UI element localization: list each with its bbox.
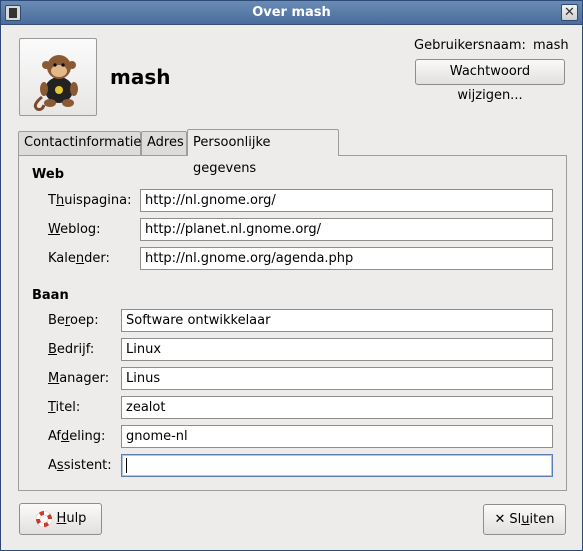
tab-panel-persoonlijke-gegevens: Web Thuispagina: http://nl.gnome.org/ We…: [18, 155, 567, 491]
homepage-label: Thuispagina:: [48, 193, 132, 208]
homepage-field[interactable]: http://nl.gnome.org/: [140, 189, 553, 212]
calendar-field[interactable]: http://nl.gnome.org/agenda.php: [140, 247, 553, 270]
profession-field[interactable]: Software ontwikkelaar: [121, 309, 553, 332]
tab-adres[interactable]: Adres: [141, 131, 187, 155]
window-close-icon[interactable]: ✕: [561, 4, 578, 21]
manager-label: Manager:: [48, 371, 110, 386]
weblog-label: Weblog:: [48, 222, 101, 237]
username-label: Gebruikersnaam:: [414, 38, 526, 53]
close-button[interactable]: ✕ Sluiten: [483, 504, 566, 535]
assistant-field[interactable]: [121, 454, 553, 477]
manager-field[interactable]: Linus: [121, 367, 553, 390]
assistant-label: Assistent:: [48, 458, 112, 473]
close-button-label: Sluiten: [509, 512, 555, 527]
title-bar[interactable]: Over mash ✕: [1, 1, 582, 25]
text-caret: [126, 458, 127, 473]
close-x-icon: ✕: [494, 512, 506, 527]
lifebuoy-icon: [35, 510, 52, 527]
help-button-label: Hulp: [56, 511, 87, 526]
department-label: Afdeling:: [48, 429, 106, 444]
job-section-title: Baan: [32, 288, 69, 303]
tab-persoonlijke-gegevens[interactable]: Persoonlijke gegevens: [187, 129, 339, 176]
company-label: Bedrijf:: [48, 342, 95, 357]
calendar-label: Kalender:: [48, 251, 110, 266]
weblog-field[interactable]: http://planet.nl.gnome.org/: [140, 218, 553, 241]
window-title: Over mash: [252, 5, 331, 20]
profession-label: Beroep:: [48, 313, 99, 328]
title-label: Titel:: [48, 400, 81, 415]
department-field[interactable]: gnome-nl: [121, 425, 553, 448]
help-button[interactable]: Hulp: [19, 503, 102, 535]
tab-contactinformatie[interactable]: Contactinformatie: [18, 131, 141, 155]
title-field[interactable]: zealot: [121, 396, 553, 419]
about-dialog: Over mash ✕ mash Gebruikersnaam: mash Wa…: [0, 0, 583, 551]
username-value: mash: [533, 38, 569, 53]
monkey-avatar-icon: [33, 55, 78, 111]
company-field[interactable]: Linux: [121, 338, 553, 361]
web-section-title: Web: [32, 167, 64, 182]
display-name: mash: [110, 65, 171, 89]
change-password-button[interactable]: Wachtwoord wijzigen...: [415, 59, 565, 103]
avatar-button[interactable]: [19, 38, 97, 116]
